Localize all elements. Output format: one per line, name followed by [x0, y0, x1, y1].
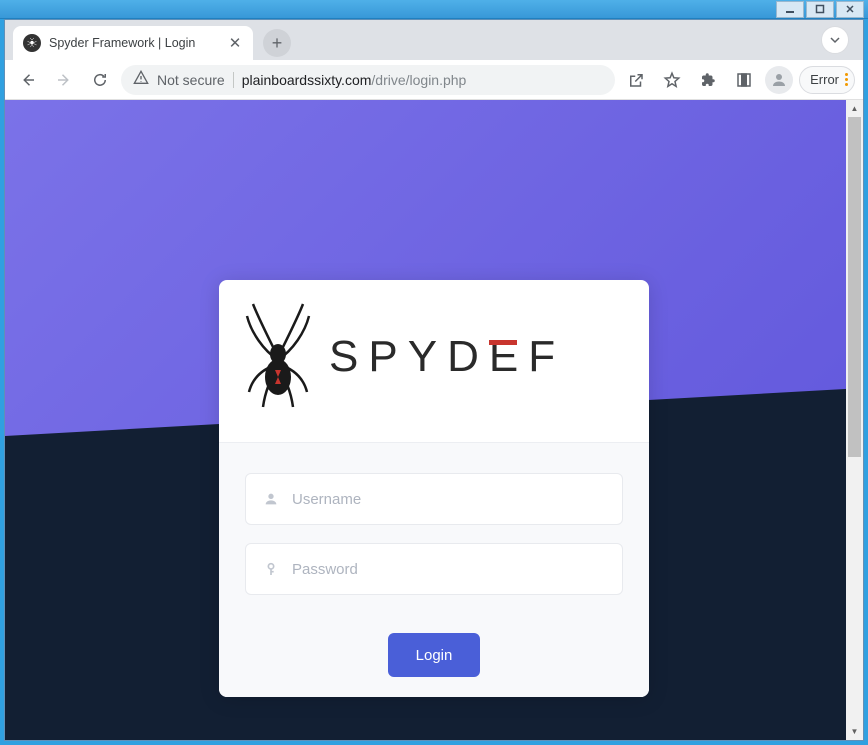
- not-secure-warning-icon: [133, 70, 149, 89]
- tab-strip: Spyder Framework | Login ✕ +: [5, 20, 863, 60]
- browser-error-indicator[interactable]: Error: [799, 66, 855, 94]
- nav-reload-button[interactable]: [85, 65, 115, 95]
- scrollbar-up-arrow-icon[interactable]: ▲: [846, 100, 863, 117]
- address-bar[interactable]: Not secure plainboardssixty.com/drive/lo…: [121, 65, 615, 95]
- tab-search-dropdown-button[interactable]: [821, 26, 849, 54]
- browser-menu-icon: [845, 73, 848, 86]
- login-card: SPYDEF Login: [219, 280, 649, 697]
- browser-toolbar: Not secure plainboardssixty.com/drive/lo…: [5, 60, 863, 100]
- new-tab-button[interactable]: +: [263, 29, 291, 57]
- logo-area: SPYDEF: [219, 280, 649, 443]
- not-secure-label: Not secure: [157, 72, 225, 88]
- nav-back-button[interactable]: [13, 65, 43, 95]
- url-domain: plainboardssixty.com: [242, 72, 372, 88]
- bookmark-star-icon[interactable]: [657, 65, 687, 95]
- password-row: [245, 543, 623, 595]
- user-icon: [262, 491, 280, 507]
- lock-icon: [262, 561, 280, 577]
- username-input[interactable]: [292, 491, 606, 508]
- vertical-scrollbar[interactable]: ▲ ▼: [846, 100, 863, 740]
- window-minimize-button[interactable]: [776, 1, 804, 18]
- scrollbar-thumb[interactable]: [848, 117, 861, 457]
- profile-avatar-icon[interactable]: [765, 66, 793, 94]
- tab-close-button[interactable]: ✕: [227, 35, 243, 51]
- tab-title: Spyder Framework | Login: [49, 36, 219, 50]
- password-input[interactable]: [292, 561, 606, 578]
- window-maximize-button[interactable]: [806, 1, 834, 18]
- browser-tab[interactable]: Spyder Framework | Login ✕: [13, 26, 253, 60]
- page-viewport: SPYDEF Login: [5, 100, 863, 740]
- os-titlebar: [0, 0, 868, 19]
- username-row: [245, 473, 623, 525]
- url-path: /drive/login.php: [371, 72, 466, 88]
- error-label: Error: [810, 72, 839, 87]
- login-button[interactable]: Login: [388, 633, 481, 677]
- login-form: Login: [219, 443, 649, 697]
- browser-window: Spyder Framework | Login ✕ + Not secure …: [4, 19, 864, 741]
- spider-logo-icon: [243, 302, 313, 412]
- share-icon[interactable]: [621, 65, 651, 95]
- url-text: plainboardssixty.com/drive/login.php: [242, 72, 603, 88]
- scrollbar-down-arrow-icon[interactable]: ▼: [846, 723, 863, 740]
- nav-forward-button[interactable]: [49, 65, 79, 95]
- reading-list-icon[interactable]: [729, 65, 759, 95]
- tab-favicon-spider-icon: [23, 34, 41, 52]
- extensions-puzzle-icon[interactable]: [693, 65, 723, 95]
- omnibox-divider: [233, 72, 234, 88]
- logo-wordmark: SPYDEF: [329, 332, 565, 382]
- window-close-button[interactable]: [836, 1, 864, 18]
